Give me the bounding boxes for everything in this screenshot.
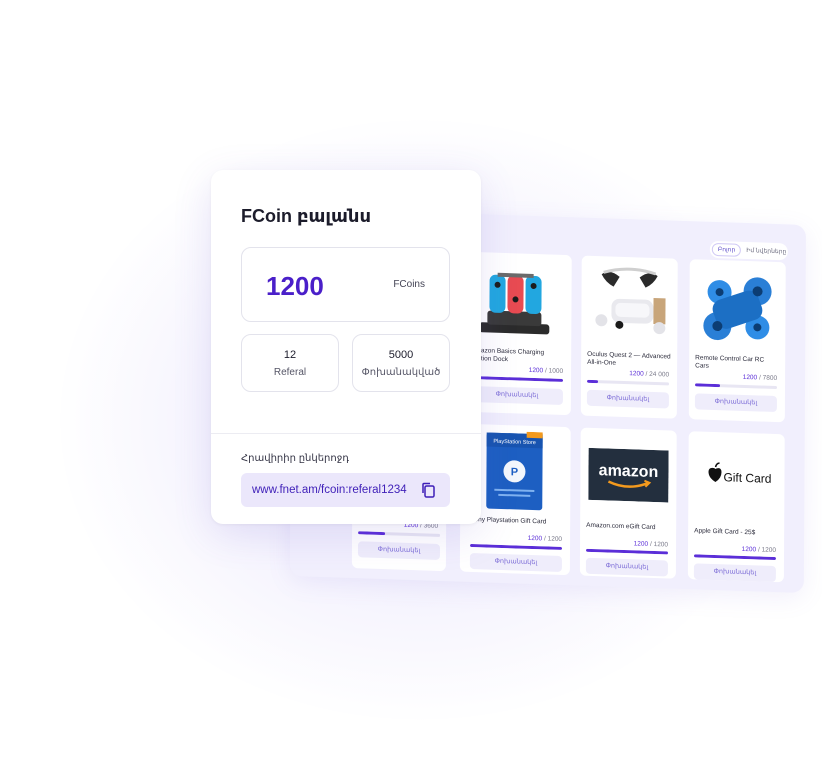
product-price: 1200 / 1000	[528, 366, 564, 375]
divider	[211, 433, 481, 434]
exchange-button[interactable]: Փոխանակել	[694, 393, 777, 413]
referral-link-field[interactable]: www.fnet.am/fcoin:referal1234	[241, 473, 450, 507]
tab-my-gifts[interactable]: Իմ նվերները	[741, 245, 791, 258]
product-card[interactable]: Gift Card Apple Gift Card - 25$ 1200 / 1…	[687, 431, 785, 583]
product-name: Sony Playstation Gift Card	[470, 515, 547, 526]
referal-label: Referal	[273, 367, 307, 378]
balance-title: FCoin բալանս	[241, 206, 372, 226]
product-price: 1200 / 1200	[527, 534, 563, 543]
fcoin-balance-card: FCoin բալանս 1200 FCoins 12 Referal 5000…	[211, 170, 481, 524]
progress-bar	[470, 543, 563, 550]
balance-amount-box: 1200 FCoins	[241, 247, 450, 322]
svg-text:P: P	[511, 466, 518, 478]
svg-text:Gift Card: Gift Card	[723, 470, 771, 486]
store-tabs: Բոլոր Իմ նվերները	[709, 240, 791, 261]
exchange-button[interactable]: Փոխանակել	[357, 541, 441, 560]
progress-bar	[585, 548, 669, 555]
exchanged-count: 5000	[388, 349, 414, 361]
playstation-card-image: PlayStation Store P	[484, 430, 544, 512]
rc-car-image	[697, 267, 777, 352]
product-name: Apple Gift Card - 25$	[694, 527, 756, 537]
balance-unit: FCoins	[393, 279, 425, 290]
copy-icon[interactable]	[420, 482, 436, 498]
vr-headset-image	[589, 264, 669, 349]
exchange-button[interactable]: Փոխանակել	[469, 552, 562, 572]
exchange-button[interactable]: Փոխանակել	[585, 557, 668, 577]
svg-text:amazon: amazon	[599, 462, 659, 481]
exchange-button[interactable]: Փոխանակել	[693, 563, 776, 583]
product-price: 1200 / 24 000	[629, 370, 670, 379]
exchanged-stat-box: 5000 Փոխանակված	[352, 334, 450, 392]
product-card[interactable]: amazon Amazon.com eGift Card 1200 / 1200…	[579, 427, 677, 579]
progress-bar	[471, 375, 564, 382]
progress-bar	[695, 383, 778, 390]
product-name: Amazon.com eGift Card	[586, 521, 656, 532]
product-card[interactable]: Oculus Quest 2 — Advanced All-in-One 120…	[580, 255, 678, 419]
exchanged-label: Փոխանակված	[361, 367, 441, 378]
amazon-card-image: amazon	[588, 447, 669, 503]
exchange-button[interactable]: Փոխանակել	[470, 385, 563, 405]
exchange-button[interactable]: Փոխանակել	[586, 389, 669, 409]
product-name: Oculus Quest 2 — Advanced All-in-One	[587, 350, 671, 367]
nintendo-dock-image	[475, 260, 559, 345]
referal-count: 12	[283, 349, 297, 361]
referral-link-text[interactable]: www.fnet.am/fcoin:referal1234	[252, 484, 407, 496]
product-card[interactable]: Remote Control Car RC Cars 1200 / 7800 Փ…	[688, 259, 786, 423]
invite-friend-label: Հրավիրիր ընկերոջդ	[241, 453, 349, 464]
product-name: Remote Control Car RC Cars	[695, 354, 765, 370]
referal-stat-box: 12 Referal	[241, 334, 339, 392]
tab-all[interactable]: Բոլոր	[711, 242, 742, 257]
progress-bar	[693, 554, 777, 561]
product-price: 1200 / 7800	[742, 373, 778, 383]
balance-amount: 1200	[266, 271, 324, 301]
progress-bar	[358, 531, 441, 537]
apple-gift-card-image: Gift Card	[696, 455, 776, 498]
progress-bar	[587, 379, 670, 386]
product-price: 1200 / 1200	[741, 545, 777, 555]
product-name: Amazon Basics Charging Station Dock	[471, 346, 545, 364]
product-price: 1200 / 1200	[633, 540, 669, 549]
